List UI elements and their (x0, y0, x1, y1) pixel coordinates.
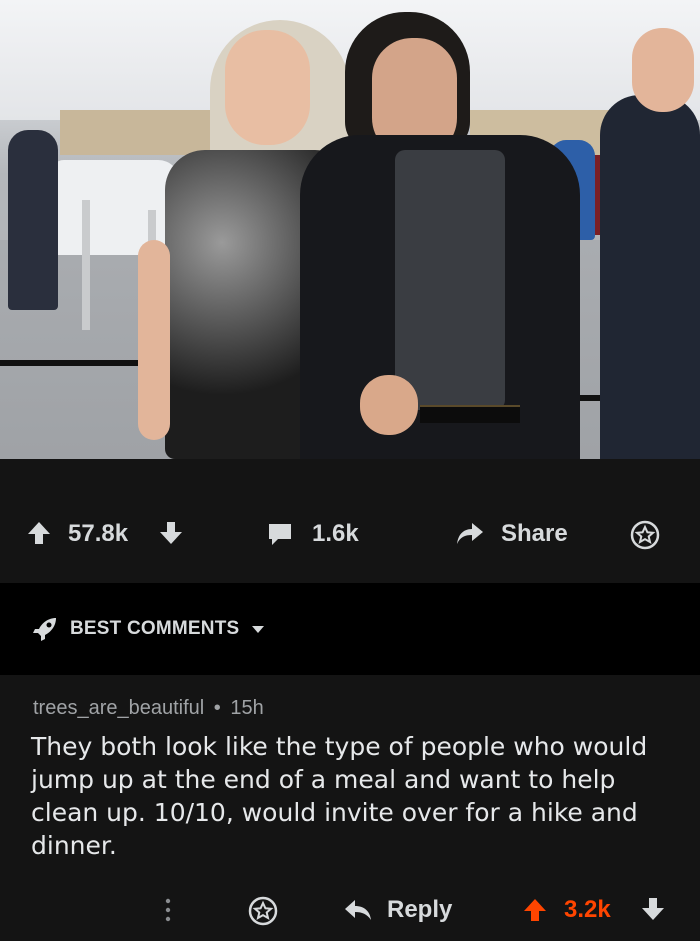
photo-pole (82, 200, 90, 330)
arrow-down-icon (642, 898, 664, 920)
meta-separator: • (213, 697, 221, 719)
photo-belt (420, 405, 520, 423)
photo-hand (360, 375, 418, 435)
rocket-icon (33, 618, 56, 641)
arrow-up-icon (28, 522, 50, 544)
comment-author[interactable]: trees_are_beautiful (33, 697, 204, 719)
post-score: 57.8k (68, 520, 129, 547)
downvote-button[interactable] (158, 520, 184, 546)
comment-score: 3.2k (564, 896, 611, 923)
arrow-up-icon (524, 899, 546, 921)
photo-face (632, 28, 694, 112)
sort-label: BEST COMMENTS (70, 618, 240, 639)
chevron-down-icon (252, 626, 265, 633)
reply-label: Reply (387, 896, 453, 923)
comment-sort-button[interactable]: BEST COMMENTS (32, 616, 265, 642)
comment-body: They both look like the type of people w… (31, 732, 648, 860)
award-icon (248, 896, 278, 926)
comment-award-button[interactable] (248, 896, 278, 926)
comments-button[interactable]: 1.6k (266, 520, 359, 548)
reply-arrow-icon (345, 900, 371, 920)
arrow-down-icon (160, 522, 182, 544)
comment-age: 15h (230, 697, 264, 719)
more-vertical-icon (165, 898, 171, 922)
share-arrow-icon (457, 523, 483, 544)
comment-more-button[interactable] (160, 896, 176, 924)
photo-shirt (395, 150, 505, 410)
photo-bystander (8, 130, 58, 310)
speech-bubble-icon (269, 524, 291, 545)
comment-downvote-button[interactable] (640, 896, 666, 922)
upvote-button[interactable] (26, 520, 52, 546)
share-button[interactable]: Share (455, 520, 568, 548)
photo-bystander (600, 95, 700, 459)
comment-upvote-button[interactable]: 3.2k (522, 896, 611, 924)
post-image[interactable] (0, 0, 700, 459)
award-button[interactable] (630, 520, 660, 550)
photo-arm (138, 240, 170, 440)
photo-face (225, 30, 310, 145)
comment-count: 1.6k (312, 520, 359, 547)
comment-meta: trees_are_beautiful • 15h (33, 697, 264, 720)
share-label: Share (501, 520, 568, 547)
award-icon (630, 520, 660, 550)
reply-button[interactable]: Reply (343, 896, 452, 924)
